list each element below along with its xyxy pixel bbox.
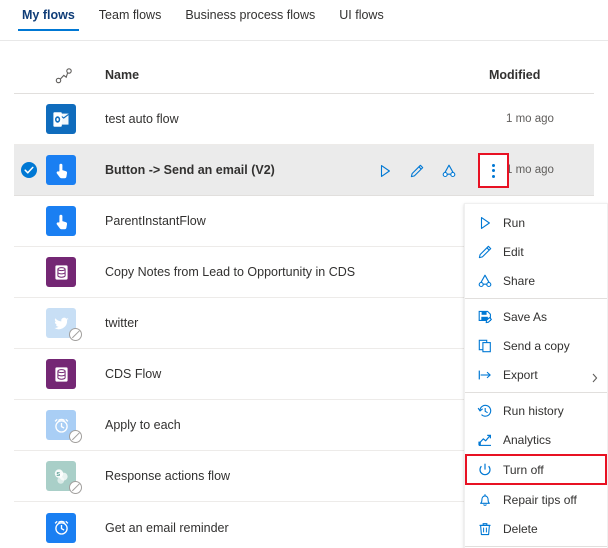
tab-bar: My flows Team flows Business process flows… [0,0,608,41]
menu-item-label: Analytics [503,432,552,447]
menu-item-turn-off[interactable]: Turn off [465,454,607,485]
menu-item-label: Turn off [503,462,544,477]
tab-my-flows[interactable]: My flows [10,0,87,31]
share-button[interactable] [433,155,465,187]
flow-context-menu: Run Edit Share Save As Send a copy Export Run … [464,203,608,548]
save-as-icon [475,307,495,327]
menu-item-label: Export [503,367,538,382]
database-icon [46,257,76,287]
flow-name[interactable]: twitter [105,316,138,330]
table-row[interactable]: Button -> Send an email (V2) 1 mo ago [14,145,594,196]
menu-item-label: Run history [503,403,564,418]
flow-disabled-icon [69,481,82,494]
play-icon [475,213,495,233]
flow-name[interactable]: CDS Flow [105,367,161,381]
table-row[interactable]: test auto flow 1 mo ago [14,94,594,145]
flow-connector-icon [55,67,73,85]
share-icon [475,271,495,291]
flow-name[interactable]: Response actions flow [105,469,230,483]
menu-item-share[interactable]: Share [465,266,607,295]
pencil-icon [475,242,495,262]
flow-name[interactable]: test auto flow [105,112,179,126]
menu-item-repair-tips-off[interactable]: Repair tips off [465,485,607,514]
copy-icon [475,336,495,356]
flow-modified: 1 mo ago [506,164,554,176]
column-header-modified[interactable]: Modified [489,68,540,82]
row-actions [369,145,465,196]
flows-list-page: My flows Team flows Business process flows… [0,0,608,548]
power-icon [475,460,495,480]
chevron-right-icon [592,370,598,382]
edit-button[interactable] [401,155,433,187]
column-header-row: Name Modified [14,58,594,94]
flow-name[interactable]: Apply to each [105,418,181,432]
history-icon [475,401,495,421]
export-icon [475,365,495,385]
menu-item-label: Save As [503,309,548,324]
trash-icon [475,519,495,539]
flow-name[interactable]: Copy Notes from Lead to Opportunity in C… [105,265,355,279]
flow-modified: 1 mo ago [506,113,554,125]
flow-disabled-icon [69,430,82,443]
menu-item-label: Edit [503,244,524,259]
run-button[interactable] [369,155,401,187]
menu-item-analytics[interactable]: Analytics [465,425,607,454]
button-tap-icon [46,155,76,185]
menu-item-edit[interactable]: Edit [465,237,607,266]
analytics-icon [475,430,495,450]
outlook-icon [46,104,76,134]
menu-separator [465,298,607,299]
menu-item-run-history[interactable]: Run history [465,396,607,425]
menu-item-label: Delete [503,521,538,536]
menu-separator [465,546,607,547]
row-checkbox-selected[interactable] [21,162,37,178]
menu-item-send-a-copy[interactable]: Send a copy [465,331,607,360]
menu-separator [465,392,607,393]
tab-business-process-flows[interactable]: Business process flows [173,0,327,31]
bell-icon [475,490,495,510]
column-header-name[interactable]: Name [105,68,139,82]
menu-item-save-as[interactable]: Save As [465,302,607,331]
flow-disabled-icon [69,328,82,341]
menu-item-label: Send a copy [503,338,570,353]
clock-icon [46,512,76,543]
menu-item-label: Share [503,273,536,288]
menu-item-export[interactable]: Export [465,360,607,389]
svg-text:S: S [56,471,60,477]
flow-name[interactable]: ParentInstantFlow [105,214,206,228]
flow-name[interactable]: Get an email reminder [105,521,229,535]
menu-item-label: Repair tips off [503,492,577,507]
button-tap-icon [46,206,76,236]
menu-item-label: Run [503,215,526,230]
more-commands-button[interactable] [478,153,509,188]
tab-ui-flows[interactable]: UI flows [327,0,395,31]
menu-item-delete[interactable]: Delete [465,514,607,543]
menu-item-run[interactable]: Run [465,208,607,237]
database-icon [46,359,76,389]
tab-team-flows[interactable]: Team flows [87,0,174,31]
flow-name[interactable]: Button -> Send an email (V2) [105,163,275,177]
